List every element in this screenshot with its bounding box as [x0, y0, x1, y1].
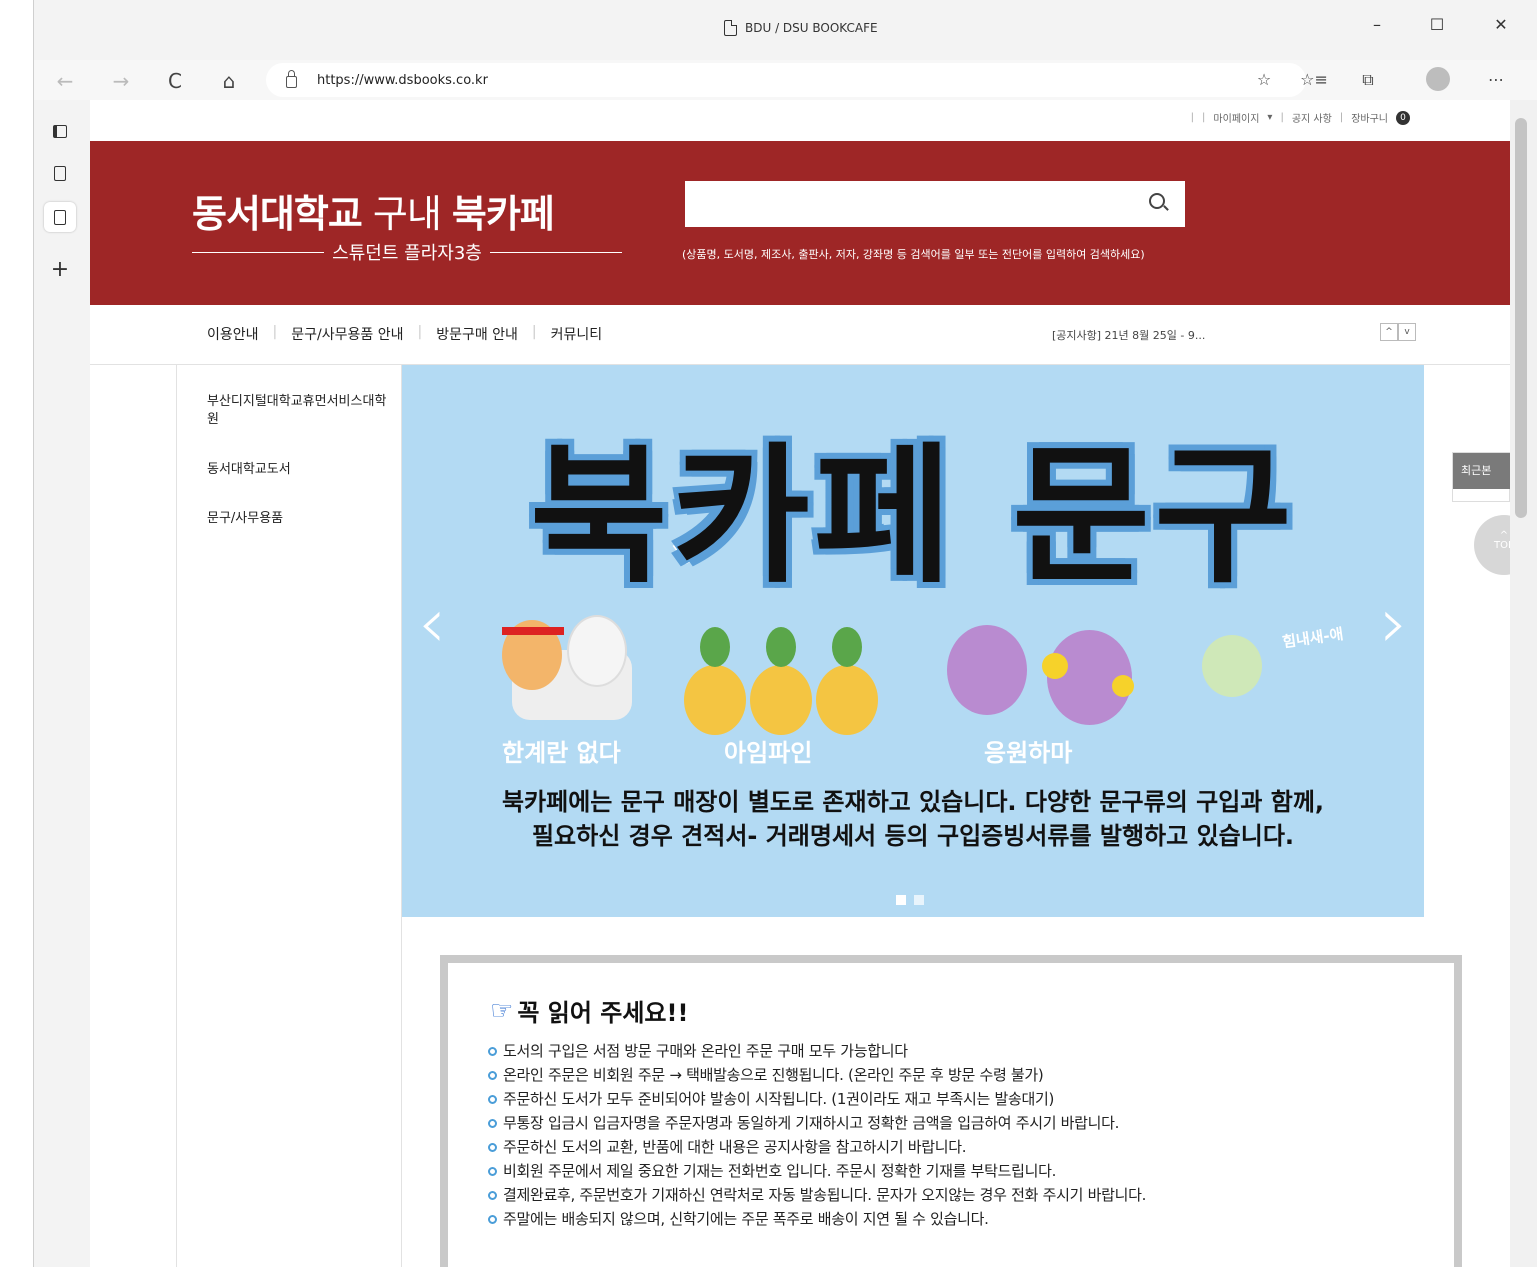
forward-icon[interactable]: → [106, 66, 136, 96]
recently-viewed-panel[interactable]: 최근본 [1452, 452, 1510, 502]
page-content: | | 마이페이지 ▾ | 공지 사항 | 장바구니 0 동서대학교 구내 북카… [90, 100, 1510, 1267]
nav-community[interactable]: 커뮤니티 [551, 324, 603, 344]
search-input[interactable] [685, 181, 1185, 227]
pointing-hand-icon: ☞ [490, 995, 514, 1026]
list-item: 무통장 입금시 입금자명을 주문자명과 동일하게 기재하시고 정확한 금액을 입… [488, 1111, 1146, 1135]
site-header: 동서대학교 구내 북카페 스튜던트 플라자3층 (상품명, 도서명, 제조사, … [90, 141, 1510, 305]
sticker-label: 응원하마 [984, 739, 1073, 767]
notice-link[interactable]: 공지 사항 [1292, 110, 1332, 125]
banner-pagination [896, 895, 924, 905]
ticker-up-icon[interactable]: ^ [1380, 323, 1398, 341]
tab-active[interactable] [44, 202, 76, 232]
tab-actions-icon[interactable] [44, 116, 76, 146]
url-field[interactable]: https://www.dsbooks.co.kr [266, 63, 1306, 97]
banner-description: 북카페에는 문구 매장이 별도로 존재하고 있습니다. 다양한 문구류의 구입과… [501, 788, 1325, 850]
favorite-icon[interactable]: ☆ [1250, 66, 1278, 94]
address-bar: ← → C ⌂ https://www.dsbooks.co.kr ☆ ☆≡ ⧉… [34, 60, 1537, 100]
sticker-label: 아임파인 [724, 739, 813, 767]
main-banner[interactable]: 북카페 문구 ‹ › 한계란 없다 아임파인 응원하마 힘내새-애 북카페에는 … [402, 365, 1424, 917]
home-icon[interactable]: ⌂ [214, 66, 244, 96]
minimize-button[interactable]: – [1357, 10, 1397, 40]
top-utility-nav: | | 마이페이지 ▾ | 공지 사항 | 장바구니 0 [1191, 110, 1410, 125]
list-item: 주문하신 도서가 모두 준비되어야 발송이 시작됩니다. (1권이라도 재고 부… [488, 1087, 1146, 1111]
window-title-text: BDU / DSU BOOKCAFE [745, 21, 878, 35]
list-item: 주말에는 배송되지 않으며, 신학기에는 주문 폭주로 배송이 지연 될 수 있… [488, 1207, 1146, 1231]
list-item: 주문하신 도서의 교환, 반품에 대한 내용은 공지사항을 참고하시기 바랍니다… [488, 1135, 1146, 1159]
banner-next-icon[interactable]: › [1374, 588, 1414, 658]
refresh-icon[interactable]: C [160, 66, 190, 96]
banner-title: 북카페 문구 [527, 427, 1297, 607]
ticker-down-icon[interactable]: v [1398, 323, 1416, 341]
notice-title: ☞ 꼭 읽어 주세요!! [490, 995, 689, 1028]
main-nav: 이용안내 | 문구/사무용품 안내 | 방문구매 안내 | 커뮤니티 [공지사항… [90, 305, 1510, 365]
window-title: BDU / DSU BOOKCAFE [724, 20, 878, 36]
nav-usage-guide[interactable]: 이용안내 [207, 324, 259, 344]
nav-stationery-guide[interactable]: 문구/사무용품 안내 [291, 324, 403, 344]
banner-dot[interactable] [914, 895, 924, 905]
cart-link[interactable]: 장바구니 [1351, 110, 1388, 125]
list-item: 온라인 주문은 비회원 주문 → 택배발송으로 진행됩니다. (온라인 주문 후… [488, 1063, 1146, 1087]
lock-icon [286, 70, 297, 88]
nav-visit-purchase[interactable]: 방문구매 안내 [436, 324, 518, 344]
profile-avatar[interactable] [1426, 67, 1450, 91]
category-item[interactable]: 문구/사무용품 [207, 510, 397, 528]
sticker-label: 한계란 없다 [502, 739, 621, 767]
mypage-link[interactable]: 마이페이지 [1213, 110, 1259, 125]
tab-1[interactable] [44, 158, 76, 188]
scroll-top-button[interactable]: ^ TOP [1474, 515, 1510, 575]
banner-dot[interactable] [896, 895, 906, 905]
logo-subtitle: 스튜던트 플라자3층 [192, 239, 622, 265]
recently-viewed-label: 최근본 [1453, 453, 1510, 489]
close-button[interactable]: ✕ [1481, 10, 1521, 40]
list-item: 도서의 구입은 서점 방문 구매와 온라인 주문 구매 모두 가능합니다 [488, 1039, 1146, 1063]
list-item: 결제완료후, 주문번호가 기재하신 연락처로 자동 발송됩니다. 문자가 오지않… [488, 1183, 1146, 1207]
scrollbar[interactable] [1510, 100, 1537, 1267]
sticker-label: 힘내새-애 [1281, 624, 1345, 652]
cart-count-badge: 0 [1396, 110, 1410, 125]
page-icon [724, 20, 737, 36]
read-first-notice: ☞ 꼭 읽어 주세요!! 도서의 구입은 서점 방문 구매와 온라인 주문 구매… [440, 955, 1462, 1267]
scroll-thumb[interactable] [1515, 118, 1527, 518]
mypage-dropdown-icon[interactable]: ▾ [1267, 112, 1272, 123]
favorites-list-icon[interactable]: ☆≡ [1300, 66, 1328, 94]
vertical-tabs: + [34, 100, 90, 1267]
back-icon[interactable]: ← [50, 66, 80, 96]
category-item[interactable]: 동서대학교도서 [207, 461, 397, 479]
new-tab-icon[interactable]: + [44, 254, 76, 284]
url-text: https://www.dsbooks.co.kr [317, 72, 488, 88]
search-hint: (상품명, 도서명, 제조사, 출판사, 저자, 강좌명 등 검색어를 일부 또… [682, 248, 1145, 261]
notice-list: 도서의 구입은 서점 방문 구매와 온라인 주문 구매 모두 가능합니다 온라인… [488, 1039, 1146, 1231]
notice-ticker[interactable]: [공지사항] 21년 8월 25일 - 9... [1052, 327, 1205, 343]
title-bar: BDU / DSU BOOKCAFE – ☐ ✕ [34, 0, 1537, 60]
search-icon[interactable] [1149, 193, 1165, 209]
category-item[interactable]: 부산디지털대학교휴먼서비스대학원 [207, 393, 387, 429]
site-logo[interactable]: 동서대학교 구내 북카페 [192, 183, 555, 238]
collections-icon[interactable]: ⧉ [1354, 66, 1382, 94]
category-sidebar: 부산디지털대학교휴먼서비스대학원 동서대학교도서 문구/사무용품 [90, 365, 402, 1267]
banner-prev-icon[interactable]: ‹ [412, 588, 452, 658]
more-icon[interactable]: ⋯ [1482, 66, 1510, 94]
list-item: 비회원 주문에서 제일 중요한 기재는 전화번호 입니다. 주문시 정확한 기재… [488, 1159, 1146, 1183]
notice-ticker-controls: ^ v [1380, 323, 1416, 341]
maximize-button[interactable]: ☐ [1417, 10, 1457, 40]
